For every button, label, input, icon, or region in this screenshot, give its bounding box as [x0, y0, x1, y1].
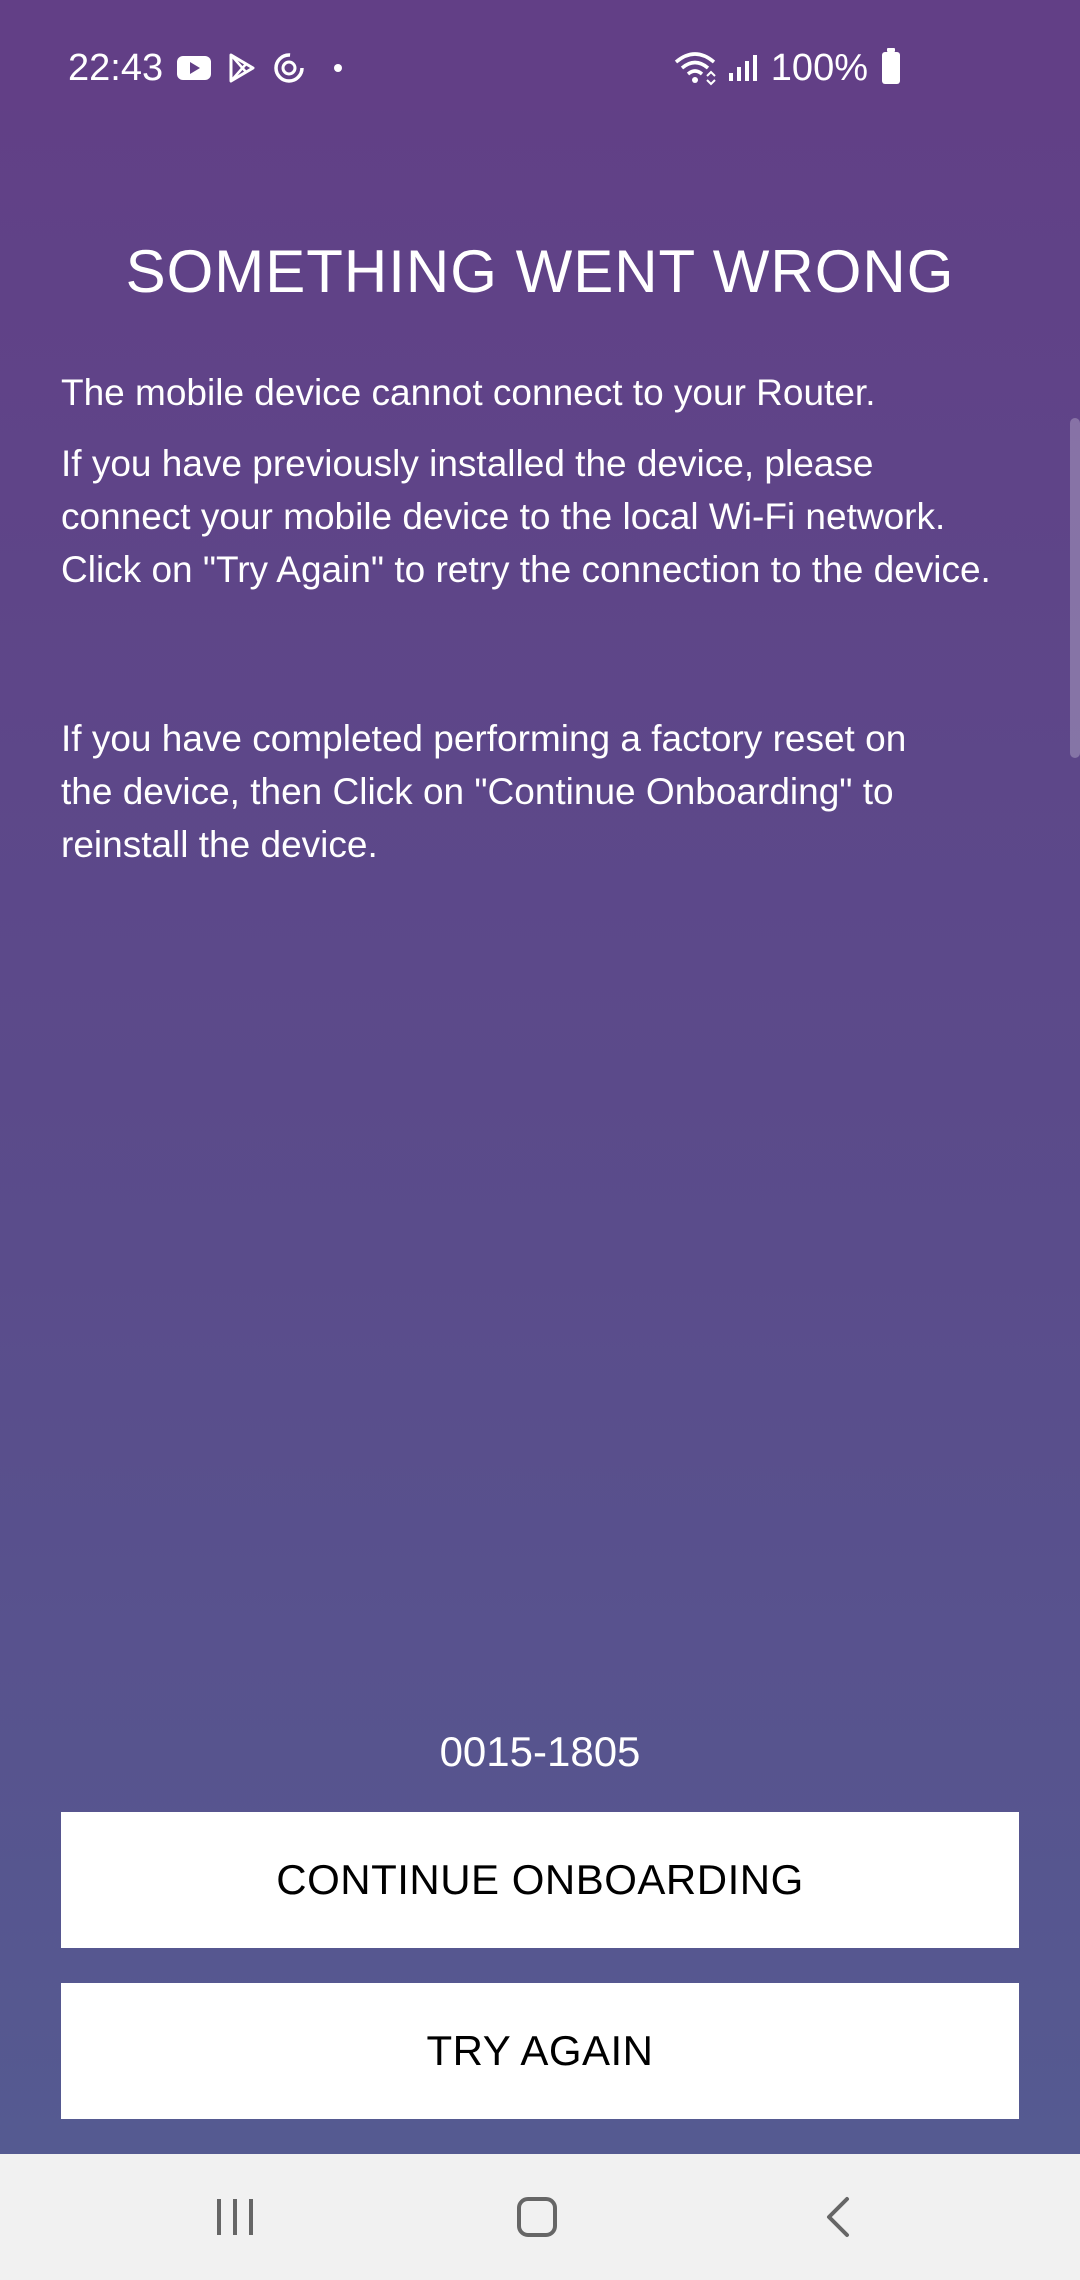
- youtube-icon: [177, 56, 211, 80]
- try-again-button[interactable]: TRY AGAIN: [61, 1983, 1019, 2119]
- status-bar: 22:43 100%: [0, 0, 1080, 110]
- sync-icon: [274, 53, 304, 83]
- page-title: SOMETHING WENT WRONG: [125, 238, 955, 305]
- battery-percent: 100%: [770, 47, 868, 89]
- retry-instructions: If you have previously installed the dev…: [61, 443, 991, 590]
- notification-dot-icon: [334, 64, 342, 72]
- navigation-bar: [0, 2154, 1080, 2280]
- signal-icon: [728, 55, 757, 81]
- system-status: 100%: [673, 44, 900, 92]
- home-button[interactable]: [457, 2154, 617, 2280]
- error-code: 0015-1805: [439, 1728, 641, 1775]
- wifi-icon: [674, 52, 716, 86]
- back-button[interactable]: [759, 2154, 919, 2280]
- notification-icons: [176, 50, 348, 86]
- home-icon: [517, 2197, 557, 2237]
- status-time: 22:43: [68, 47, 164, 89]
- recents-icon: [217, 2199, 253, 2235]
- error-message: The mobile device cannot connect to your…: [61, 372, 876, 413]
- back-icon: [827, 2197, 849, 2237]
- play-store-icon: [229, 53, 255, 83]
- battery-icon: [882, 48, 900, 84]
- reset-instructions: If you have completed performing a facto…: [61, 718, 907, 865]
- recents-button[interactable]: [155, 2154, 315, 2280]
- scrollbar[interactable]: [1070, 418, 1080, 758]
- continue-onboarding-button[interactable]: CONTINUE ONBOARDING: [61, 1812, 1019, 1948]
